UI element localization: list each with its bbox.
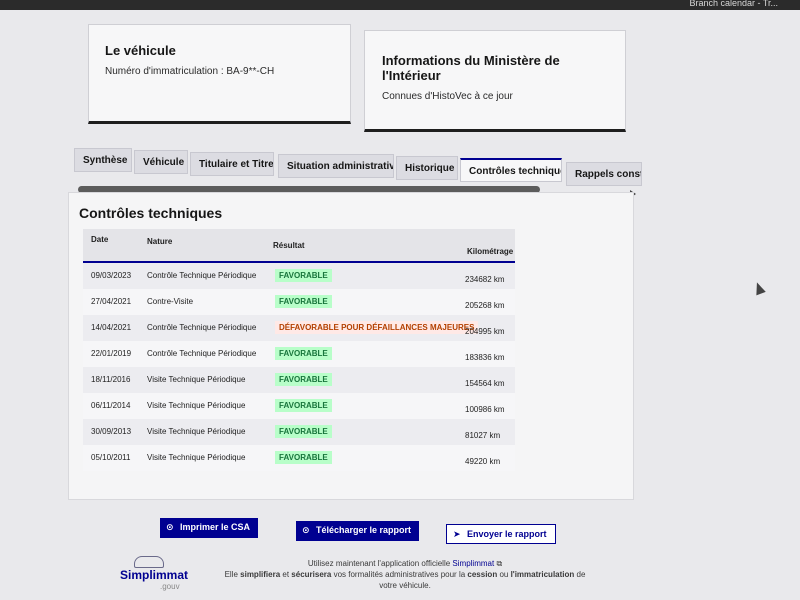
row-date: 06/11/2014	[91, 401, 131, 410]
row-nature: Contrôle Technique Périodique	[147, 349, 257, 358]
footer-line-2: Elle simplifiera et sécurisera vos forma…	[220, 569, 590, 580]
row-km: 81027 km	[465, 431, 501, 440]
table-row: 06/11/2014 Visite Technique Périodique F…	[83, 393, 515, 419]
browser-tab-text[interactable]: Branch calendar - Tr...	[689, 0, 778, 8]
row-nature: Visite Technique Périodique	[147, 453, 246, 462]
row-km: 154564 km	[465, 379, 505, 388]
row-result-badge: FAVORABLE	[275, 295, 332, 308]
ministry-card-title: Informations du Ministère de l'Intérieur	[382, 53, 560, 83]
row-nature: Contre-Visite	[147, 297, 194, 306]
section-title: Contrôles techniques	[79, 205, 223, 221]
logo-subtext: .gouv	[160, 582, 180, 591]
tab-historique[interactable]: Historique	[396, 156, 458, 180]
download-report-button[interactable]: ⊙ Télécharger le rapport	[296, 521, 420, 541]
tab-rappels-constructeur[interactable]: Rappels constructeur	[566, 162, 642, 186]
simplimmat-link[interactable]: Simplimmat	[452, 559, 494, 568]
vehicle-card: Le véhicule Numéro d'immatriculation : B…	[88, 24, 351, 124]
row-km: 100986 km	[465, 405, 505, 414]
car-icon	[134, 556, 164, 568]
table-row: 22/01/2019 Contrôle Technique Périodique…	[83, 341, 515, 367]
table-header: Date Nature Résultat Kilométrage	[83, 229, 515, 263]
technical-controls-table: Date Nature Résultat Kilométrage 09/03/2…	[83, 229, 515, 471]
row-nature: Visite Technique Périodique	[147, 375, 246, 384]
table-row: 18/11/2016 Visite Technique Périodique F…	[83, 367, 515, 393]
row-date: 18/11/2016	[91, 375, 131, 384]
row-km: 205268 km	[465, 301, 505, 310]
row-result-badge: FAVORABLE	[275, 425, 332, 438]
row-date: 05/10/2011	[91, 453, 131, 462]
table-row: 30/09/2013 Visite Technique Périodique F…	[83, 419, 515, 445]
simplimmat-logo[interactable]: Simplimmat .gouv	[120, 556, 200, 596]
tab-synthese[interactable]: Synthèse	[74, 148, 132, 172]
vehicle-plate: Numéro d'immatriculation : BA-9**-CH	[105, 66, 275, 77]
download-icon: ⊙	[302, 525, 310, 535]
row-result-badge: FAVORABLE	[275, 347, 332, 360]
download-report-label: Télécharger le rapport	[316, 525, 412, 535]
row-nature: Contrôle Technique Périodique	[147, 271, 257, 280]
print-csa-label: Imprimer le CSA	[180, 522, 251, 532]
mouse-cursor-icon	[752, 280, 766, 296]
footer-text-part: vos formalités administratives pour la	[333, 570, 466, 579]
vehicle-card-title: Le véhicule	[105, 43, 176, 58]
table-row: 27/04/2021 Contre-Visite FAVORABLE 20526…	[83, 289, 515, 315]
tab-titulaire[interactable]: Titulaire et Titre	[190, 152, 274, 176]
column-header-result: Résultat	[273, 241, 305, 250]
table-row: 05/10/2011 Visite Technique Périodique F…	[83, 445, 515, 471]
row-date: 30/09/2013	[91, 427, 132, 436]
footer-text-part: ou	[499, 570, 509, 579]
tab-vehicule[interactable]: Véhicule	[134, 150, 188, 174]
ministry-card: Informations du Ministère de l'Intérieur…	[364, 30, 626, 132]
footer-promo-text: Utilisez maintenant l'application offici…	[220, 558, 590, 591]
footer-text-bold: simplifiera	[240, 570, 281, 579]
column-header-km: Kilométrage	[467, 247, 514, 256]
row-nature: Contrôle Technique Périodique	[147, 323, 257, 332]
row-date: 22/01/2019	[91, 349, 132, 358]
browser-top-strip: Branch calendar - Tr...	[0, 0, 800, 10]
row-km: 204995 km	[465, 327, 505, 336]
row-result-badge: FAVORABLE	[275, 373, 332, 386]
row-nature: Visite Technique Périodique	[147, 427, 246, 436]
tab-situation-administrative[interactable]: Situation administrative	[278, 154, 394, 178]
table-row: 14/04/2021 Contrôle Technique Périodique…	[83, 315, 515, 341]
row-date: 27/04/2021	[91, 297, 132, 306]
footer-text-bold: cession	[467, 570, 498, 579]
logo-text: Simplimmat	[120, 568, 189, 582]
row-result-badge: FAVORABLE	[275, 451, 332, 464]
footer-text-bold: sécurisera	[291, 570, 332, 579]
row-date: 14/04/2021	[91, 323, 132, 332]
ministry-card-subtitle: Connues d'HistoVec à ce jour	[382, 91, 513, 102]
column-header-date: Date	[91, 235, 109, 244]
external-link-icon: ⧉	[496, 559, 503, 568]
footer-text-part: de	[576, 570, 586, 579]
footer-text-part: et	[282, 570, 290, 579]
footer-line-1-text: Utilisez maintenant l'application offici…	[307, 559, 451, 568]
row-km: 234682 km	[465, 275, 505, 284]
column-header-nature: Nature	[147, 237, 173, 246]
send-report-label: Envoyer le rapport	[467, 529, 547, 539]
row-result-badge: FAVORABLE	[275, 399, 332, 412]
table-body: 09/03/2023 Contrôle Technique Périodique…	[83, 263, 515, 471]
send-report-button[interactable]: ➤ Envoyer le rapport	[446, 524, 556, 544]
tab-bar: Synthèse Véhicule Titulaire et Titre Sit…	[74, 148, 642, 186]
row-result-badge: DÉFAVORABLE POUR DÉFAILLANCES MAJEURES	[275, 321, 479, 334]
tab-controles-techniques[interactable]: Contrôles techniques	[460, 158, 562, 182]
footer-line-1: Utilisez maintenant l'application offici…	[220, 558, 590, 569]
row-km: 49220 km	[465, 457, 501, 466]
send-icon: ➤	[453, 529, 461, 539]
footer-text-bold: l'immatriculation	[510, 570, 575, 579]
print-csa-button[interactable]: ⊙ Imprimer le CSA	[160, 518, 259, 538]
row-nature: Visite Technique Périodique	[147, 401, 246, 410]
table-row: 09/03/2023 Contrôle Technique Périodique…	[83, 263, 515, 289]
row-km: 183836 km	[465, 353, 505, 362]
row-date: 09/03/2023	[91, 271, 132, 280]
controles-techniques-panel: Contrôles techniques Date Nature Résulta…	[68, 192, 634, 500]
row-result-badge: FAVORABLE	[275, 269, 332, 282]
footer-line-3: votre véhicule.	[379, 581, 431, 590]
print-icon: ⊙	[166, 522, 174, 532]
footer-text-part: Elle	[224, 570, 238, 579]
